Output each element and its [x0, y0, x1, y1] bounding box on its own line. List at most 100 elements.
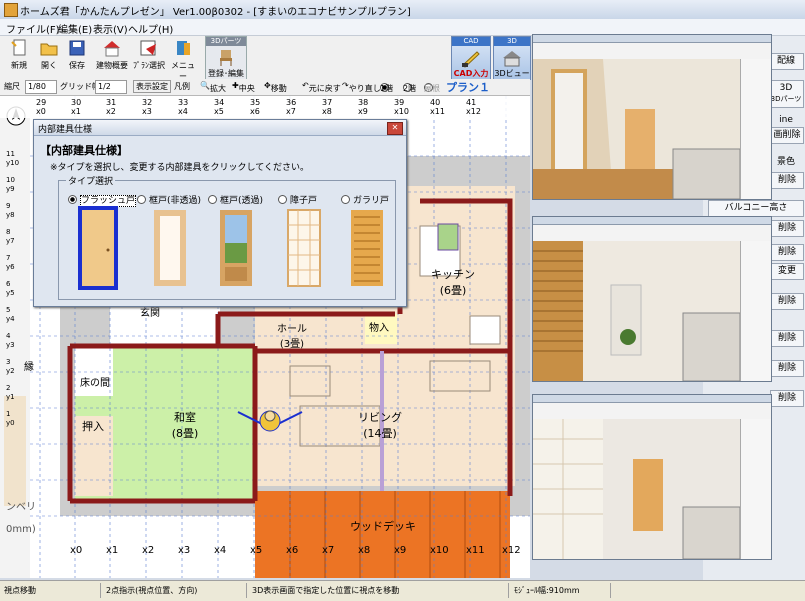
title-bar: ホームズ君「かんたんプレゼン」 Ver1.00β0302 - [すまいのエコナビ…: [0, 0, 805, 20]
view-toolbar: 縮尺 1/80 グリッド幅 1/2 表示設定 凡例 🔍 拡大 ✚ 中央 ✥ 移動 ↶ 元…: [0, 79, 530, 96]
side-label-scenery: 景色: [776, 157, 795, 167]
undo-button[interactable]: ↶ 元に戻す: [302, 81, 341, 93]
status-description: 3D表示画面で指定した位置に視点を移動: [252, 586, 400, 595]
3d-view-button[interactable]: 3D 3Dビュー: [493, 36, 531, 80]
room-wood-deck[interactable]: ウッドデッキ: [350, 518, 416, 534]
menu-edit[interactable]: 編集(E): [58, 21, 92, 36]
ruler-top-sub: x6: [250, 107, 260, 116]
status-divider: [100, 583, 101, 598]
scale-label: 縮尺: [4, 82, 20, 91]
building-overview-button[interactable]: 建物概要: [94, 38, 130, 71]
chair-icon: [215, 47, 237, 67]
side-button-balcony-height[interactable]: バルコニー高さ: [708, 200, 804, 217]
display-settings-button[interactable]: 表示設定: [133, 80, 171, 93]
status-divider: [246, 583, 247, 598]
shot-titlebar: [533, 35, 771, 43]
menu-icon: [172, 38, 194, 58]
dialog-heading: 【内部建具仕様】: [40, 144, 128, 157]
side-button-wiring[interactable]: 配線: [768, 53, 804, 70]
open-button[interactable]: 開く: [36, 38, 62, 71]
ruler-top-label: 33: [178, 98, 189, 107]
ruler-top-label: 29: [36, 98, 47, 107]
side-button-delete[interactable]: 削除: [770, 293, 804, 310]
cad-input-button[interactable]: CAD CAD入力: [451, 36, 491, 80]
3d-house-icon: [501, 48, 523, 68]
ruler-top-label: 41: [466, 98, 477, 107]
side-button-delete[interactable]: 削除: [770, 360, 804, 377]
room-living[interactable]: リビング (14畳): [355, 409, 405, 441]
app-icon: [4, 3, 18, 17]
ruler-top-label: 38: [358, 98, 369, 107]
ruler-top-label: 32: [142, 98, 153, 107]
shot-panel: [740, 59, 771, 199]
shot-toolbar: [533, 403, 771, 420]
3d-view-shot-1[interactable]: [532, 34, 772, 200]
ruler-top-sub: x4: [178, 107, 188, 116]
move-button[interactable]: ✥ 移動: [264, 81, 287, 93]
status-bar: 視点移動 2点指示(視点位置、方向) 3D表示画面で指定した位置に視点を移動 ﾓ…: [0, 580, 805, 601]
interior-fittings-dialog: 内部建具仕様 ✕ 【内部建具仕様】 ※タイプを選択し、変更する内部建具をクリック…: [33, 119, 407, 307]
status-module: ﾓｼﾞｭｰﾙ幅:910mm: [514, 586, 580, 595]
side-button-3d[interactable]: 3D 3Dパーツ: [768, 80, 804, 108]
grid-select[interactable]: 1/2: [95, 80, 127, 94]
register-edit-button[interactable]: 登録･編集: [206, 68, 246, 79]
plan-tab[interactable]: プラン１: [446, 79, 490, 95]
side-button-image-delete[interactable]: 画削除: [770, 127, 804, 144]
save-button[interactable]: 保存: [64, 38, 90, 71]
door-frame-opaque-image[interactable]: [149, 205, 191, 291]
room-hall[interactable]: ホール (3畳): [272, 320, 312, 350]
center-button[interactable]: ✚ 中央: [232, 81, 255, 93]
menu-view[interactable]: 表示(V): [93, 21, 128, 36]
3d-view-shot-3[interactable]: [532, 394, 772, 560]
shot-panel: [740, 419, 771, 559]
cad-pencil-icon: [460, 48, 482, 68]
main-toolbar: 新規 開く 保存 建物概要 ﾌﾟﾗﾝ選択 メニュー 3Dパーツ 登録･編集 CA: [0, 36, 531, 82]
side-button-delete[interactable]: 削除: [770, 172, 804, 189]
folder-icon: [38, 38, 60, 58]
engawa-fragment: 縁: [24, 362, 34, 373]
zoom-button[interactable]: 🔍 拡大: [200, 81, 226, 93]
side-button-delete[interactable]: 削除: [770, 390, 804, 407]
dialog-close-button[interactable]: ✕: [387, 122, 403, 135]
side-button-delete[interactable]: 削除: [770, 244, 804, 261]
radio-dot: [208, 195, 217, 204]
type-select-label: タイプ選択: [66, 174, 116, 187]
grid-label: グリッド幅: [60, 82, 100, 91]
shot-panel: [740, 241, 771, 381]
dialog-title: 内部建具仕様: [38, 125, 93, 135]
room-kitchen[interactable]: キッチン (6畳): [428, 266, 478, 298]
room-storage[interactable]: 物入: [369, 319, 389, 334]
side-button-delete[interactable]: 削除: [770, 220, 804, 237]
ruler-top-label: 30: [71, 98, 82, 107]
side-button-delete[interactable]: 削除: [770, 330, 804, 347]
menu-button[interactable]: メニュー: [168, 38, 198, 82]
new-button[interactable]: 新規: [6, 38, 32, 71]
menu-file[interactable]: ファイル(F): [6, 21, 60, 36]
balcony-label-fragment: ンベリ: [6, 502, 36, 513]
ruler-top-sub: x12: [466, 107, 481, 116]
door-louver-image[interactable]: [346, 205, 388, 291]
radio-dot: [341, 195, 350, 204]
door-shoji-image[interactable]: [283, 205, 325, 291]
shot-titlebar: [533, 217, 771, 225]
legend-button[interactable]: 凡例: [174, 81, 190, 92]
new-file-icon: [8, 38, 30, 58]
menu-help[interactable]: ヘルプ(H): [128, 21, 173, 36]
room-washitsu[interactable]: 和室 (8畳): [165, 409, 205, 441]
room-oshiire[interactable]: 押入: [82, 418, 104, 434]
scale-select[interactable]: 1/80: [25, 80, 57, 94]
ruler-top-label: 40: [430, 98, 441, 107]
plan-select-button[interactable]: ﾌﾟﾗﾝ選択: [132, 38, 166, 71]
door-frame-glass-image[interactable]: [215, 205, 257, 291]
redo-button[interactable]: ↷ やり直し: [342, 81, 381, 93]
room-tokonoma[interactable]: 床の間: [80, 374, 110, 389]
side-button-change[interactable]: 変更: [770, 263, 804, 280]
radio-dot: [137, 195, 146, 204]
close-icon: ✕: [391, 123, 399, 132]
ruler-top-label: 34: [214, 98, 225, 107]
door-flush-image[interactable]: [77, 205, 119, 291]
dialog-instruction: ※タイプを選択し、変更する内部建具をクリックしてください。: [50, 163, 310, 173]
house-icon: [101, 38, 123, 58]
3d-view-shot-2[interactable]: [532, 216, 772, 382]
ruler-top-sub: x2: [106, 107, 116, 116]
